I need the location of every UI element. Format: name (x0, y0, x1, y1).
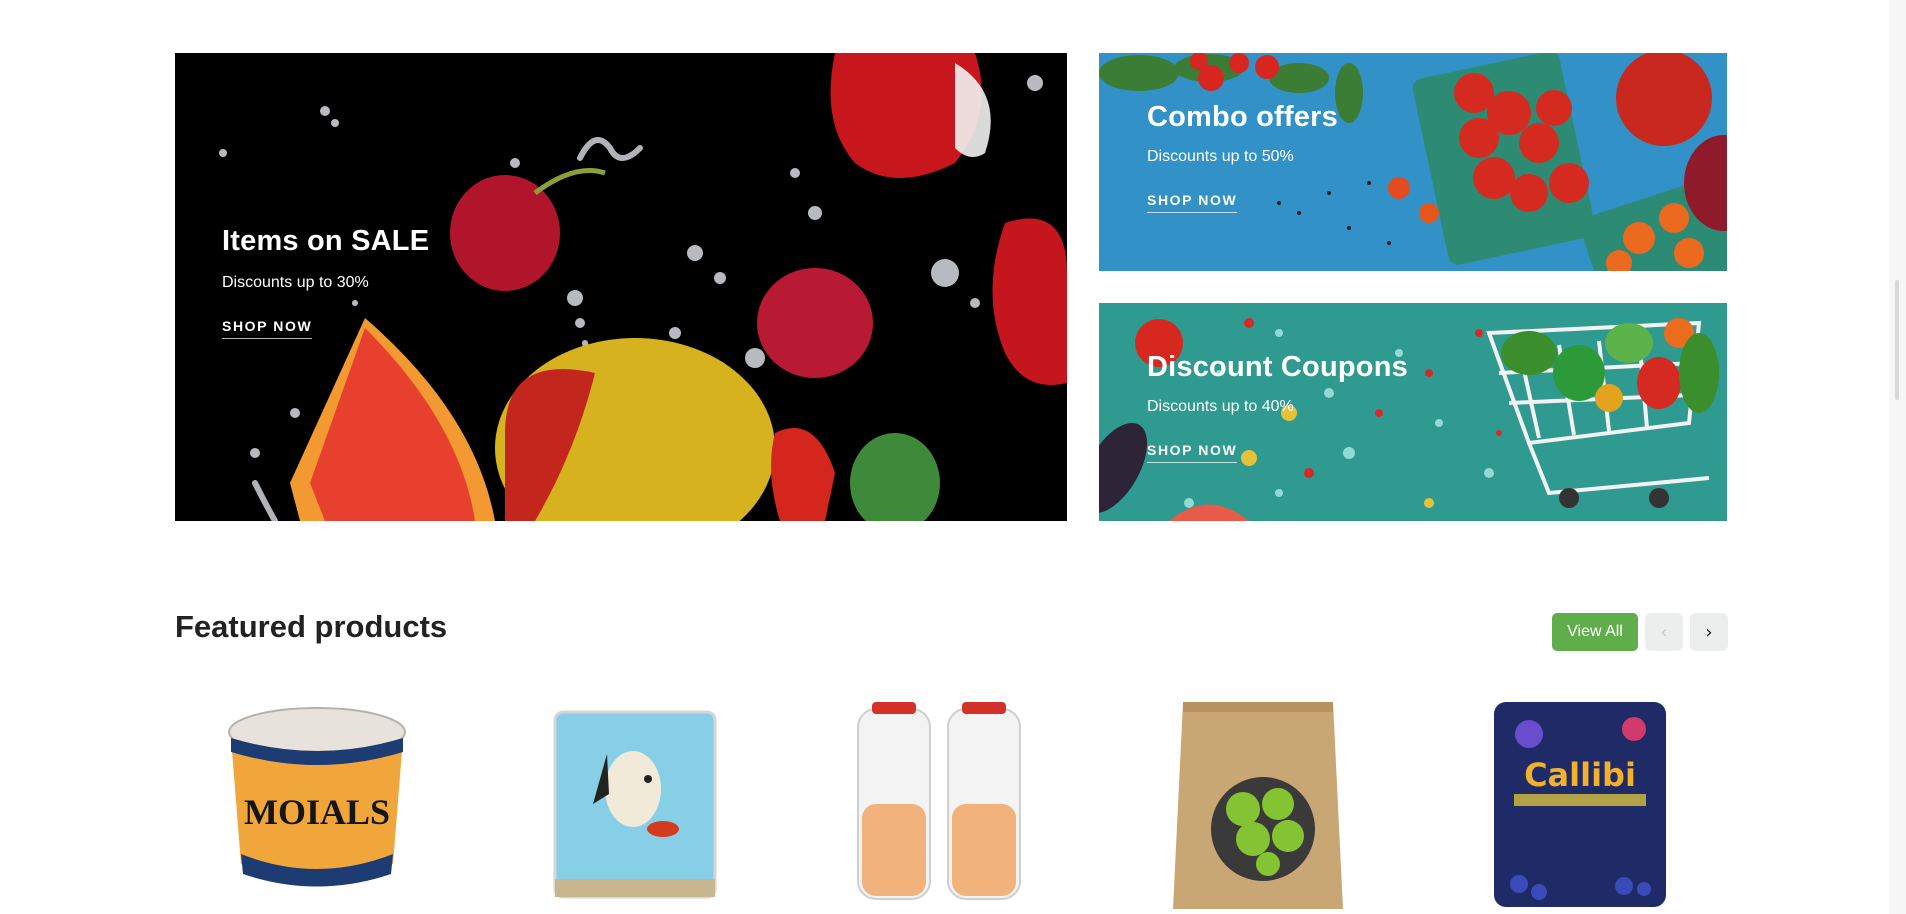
dog-food-product-image (553, 710, 717, 899)
page-scrollbar[interactable] (1889, 0, 1906, 914)
sale-banner-title: Items on SALE (222, 225, 430, 257)
carousel-prev-button[interactable]: ‹ (1645, 613, 1683, 651)
coupon-banner-title: Discount Coupons (1147, 351, 1408, 383)
product-card[interactable] (523, 694, 743, 914)
combo-banner-content: Combo offers Discounts up to 50% SHOP NO… (1147, 101, 1338, 213)
blueberry-pack-label: Callibi (1524, 756, 1636, 794)
chevron-left-icon: ‹ (1660, 621, 1668, 643)
featured-products-title: Featured products (175, 609, 448, 644)
view-all-button[interactable]: View All (1552, 613, 1638, 651)
combo-shop-now-link[interactable]: SHOP NOW (1147, 192, 1238, 213)
page: Items on SALE Discounts up to 30% SHOP N… (0, 0, 1906, 914)
chevron-right-icon: › (1705, 621, 1713, 643)
green-olives-bag-product-image (1173, 702, 1343, 909)
coupon-banner-subtitle: Discounts up to 40% (1147, 398, 1294, 415)
combo-banner-subtitle: Discounts up to 50% (1147, 148, 1294, 165)
product-card[interactable] (838, 694, 1058, 914)
combo-banner-title: Combo offers (1147, 101, 1338, 133)
coupon-banner-content: Discount Coupons Discounts up to 40% SHO… (1147, 351, 1408, 463)
scrollbar-thumb[interactable] (1895, 280, 1899, 400)
coupon-banner[interactable]: Discount Coupons Discounts up to 40% SHO… (1099, 303, 1727, 521)
combo-banner[interactable]: Combo offers Discounts up to 50% SHOP NO… (1099, 53, 1727, 271)
tub-product-label: MOIALS (244, 792, 390, 832)
coupon-shop-now-link[interactable]: SHOP NOW (1147, 442, 1238, 463)
sale-banner-subtitle: Discounts up to 30% (222, 274, 369, 291)
carousel-next-button[interactable]: › (1690, 613, 1728, 651)
product-card[interactable] (1153, 694, 1373, 914)
product-card[interactable]: Callibi (1469, 694, 1689, 914)
sale-banner-content: Items on SALE Discounts up to 30% SHOP N… (222, 225, 429, 339)
tub-product-image: MOIALS (228, 707, 406, 887)
sale-shop-now-link[interactable]: SHOP NOW (222, 318, 313, 339)
jar-product-image (857, 702, 1021, 900)
blueberry-pack-product-image: Callibi (1494, 702, 1666, 907)
sale-banner[interactable]: Items on SALE Discounts up to 30% SHOP N… (175, 53, 1067, 521)
product-card[interactable]: MOIALS (207, 694, 427, 914)
